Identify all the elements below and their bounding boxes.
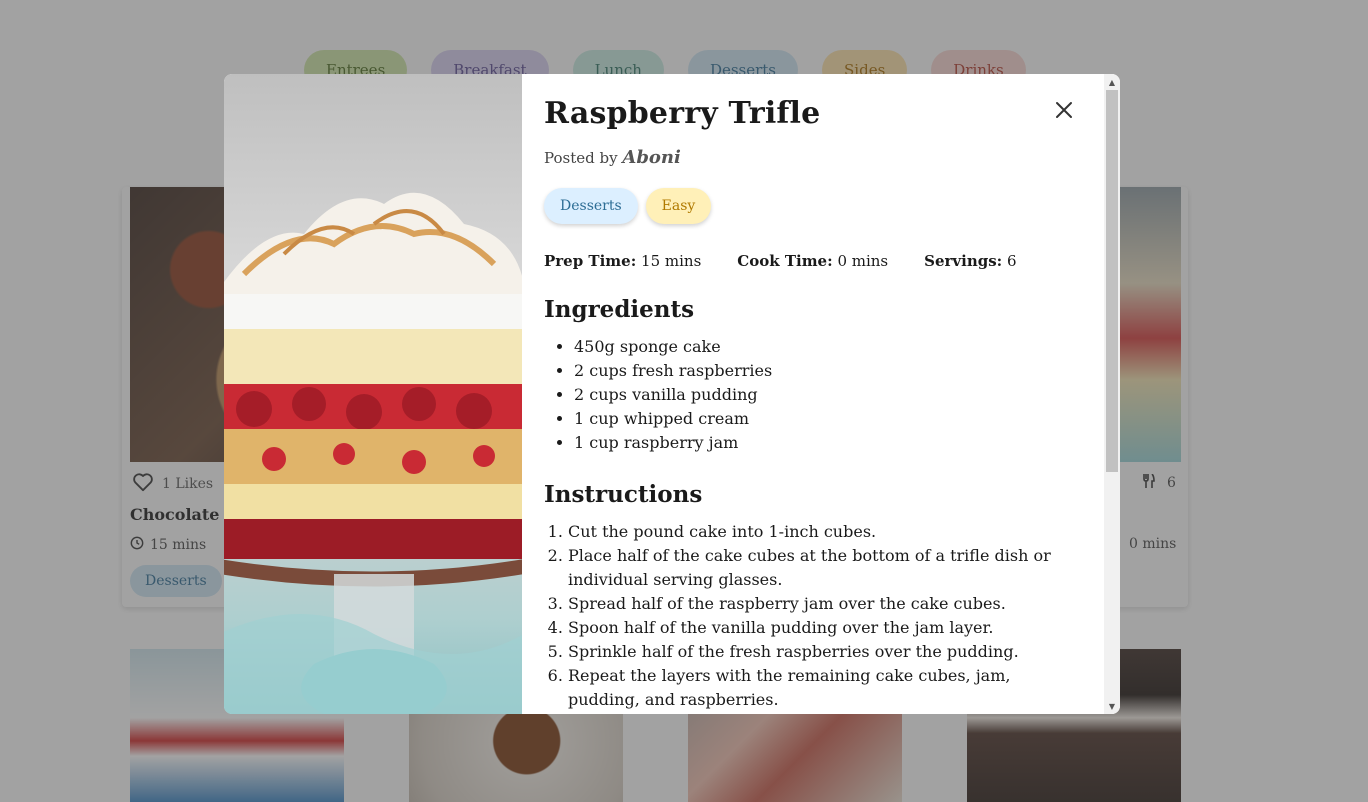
tag-easy[interactable]: Easy bbox=[645, 188, 712, 224]
list-item: Place half of the cake cubes at the bott… bbox=[568, 544, 1074, 592]
ingredients-heading: Ingredients bbox=[544, 296, 695, 323]
scrollbar-thumb[interactable] bbox=[1106, 90, 1118, 472]
list-item: 450g sponge cake bbox=[574, 335, 1104, 359]
close-icon[interactable] bbox=[1052, 98, 1076, 122]
prep-time: Prep Time: 15 mins bbox=[544, 252, 701, 270]
servings-label: Servings: bbox=[924, 252, 1003, 270]
list-item: Spoon half of the vanilla pudding over t… bbox=[568, 616, 1074, 640]
list-item: 1 cup raspberry jam bbox=[574, 431, 1104, 455]
cook-time: Cook Time: 0 mins bbox=[737, 252, 888, 270]
cook-time-label: Cook Time: bbox=[737, 252, 833, 270]
recipe-meta: Prep Time: 15 mins Cook Time: 0 mins Ser… bbox=[544, 252, 1104, 270]
posted-by-label: Posted by bbox=[544, 149, 618, 167]
list-item: Spread half of the raspberry jam over th… bbox=[568, 592, 1074, 616]
list-item: 1 cup whipped cream bbox=[574, 407, 1104, 431]
servings: Servings: 6 bbox=[924, 252, 1016, 270]
recipe-details: Raspberry Trifle Posted by Aboni Dessert… bbox=[522, 74, 1104, 714]
prep-time-label: Prep Time: bbox=[544, 252, 637, 270]
list-item: Cut the pound cake into 1-inch cubes. bbox=[568, 520, 1074, 544]
list-item: Repeat the layers with the remaining cak… bbox=[568, 664, 1074, 712]
scroll-down-arrow-icon[interactable]: ▼ bbox=[1104, 698, 1120, 714]
tag-desserts[interactable]: Desserts bbox=[544, 188, 638, 224]
recipe-modal: Raspberry Trifle Posted by Aboni Dessert… bbox=[224, 74, 1120, 714]
scroll-up-arrow-icon[interactable]: ▲ bbox=[1104, 74, 1120, 90]
posted-by: Posted by Aboni bbox=[544, 147, 1104, 168]
instructions-heading: Instructions bbox=[544, 481, 703, 508]
list-item: Sprinkle half of the fresh raspberries o… bbox=[568, 640, 1074, 664]
author-name[interactable]: Aboni bbox=[622, 147, 680, 168]
ingredients-list: 450g sponge cake 2 cups fresh raspberrie… bbox=[544, 335, 1104, 455]
servings-value: 6 bbox=[1007, 252, 1017, 270]
instructions-list: Cut the pound cake into 1-inch cubes. Pl… bbox=[544, 520, 1104, 712]
recipe-title: Raspberry Trifle bbox=[544, 96, 821, 131]
recipe-image bbox=[224, 74, 522, 714]
modal-scrollbar[interactable]: ▲ ▼ bbox=[1104, 74, 1120, 714]
prep-time-value: 15 mins bbox=[641, 252, 702, 270]
trifle-illustration bbox=[224, 192, 522, 714]
list-item: 2 cups vanilla pudding bbox=[574, 383, 1104, 407]
cook-time-value: 0 mins bbox=[837, 252, 889, 270]
recipe-tags: Desserts Easy bbox=[544, 188, 1104, 224]
list-item: 2 cups fresh raspberries bbox=[574, 359, 1104, 383]
